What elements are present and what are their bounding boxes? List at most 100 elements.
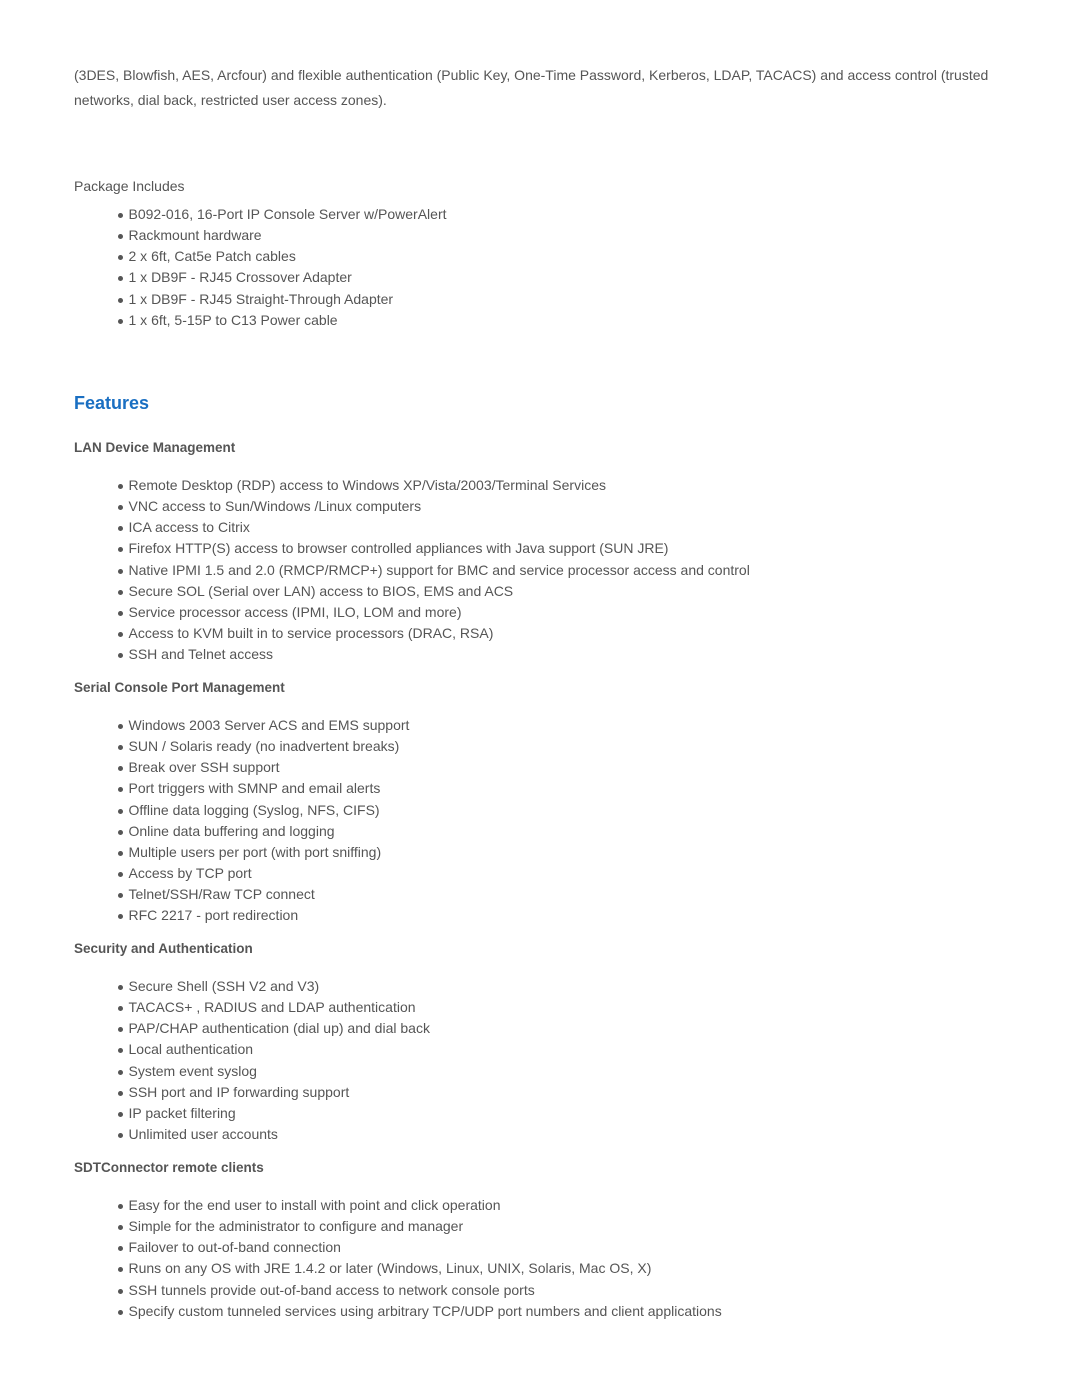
bullet-icon — [118, 787, 123, 793]
list-item-text: SSH tunnels provide out-of-band access t… — [128, 1281, 535, 1298]
list-item: Rackmount hardware — [118, 225, 447, 246]
list-item-text: RFC 2217 - port redirection — [128, 907, 299, 924]
list-item: Remote Desktop (RDP) access to Windows X… — [118, 475, 750, 496]
bullet-icon — [118, 547, 123, 553]
list-item: 1 x DB9F - RJ45 Straight-Through Adapter — [118, 289, 447, 310]
list-item: Secure Shell (SSH V2 and V3) — [118, 976, 430, 997]
section-heading-security-and-authentication: Security and Authentication — [74, 941, 253, 956]
list-item: Runs on any OS with JRE 1.4.2 or later (… — [118, 1258, 722, 1279]
bullet-icon — [118, 1006, 123, 1012]
bullet-icon — [118, 1069, 123, 1075]
section-heading-sdtconnector-remote-clients: SDTConnector remote clients — [74, 1160, 264, 1175]
list-item-text: Local authentication — [128, 1041, 254, 1058]
list-item: Local authentication — [118, 1039, 430, 1060]
bullet-icon — [118, 1288, 123, 1294]
bullet-icon — [118, 985, 123, 990]
list-item: PAP/CHAP authentication (dial up) and di… — [118, 1018, 430, 1039]
list-item-text: Service processor access (IPMI, ILO, LOM… — [128, 603, 462, 620]
list-item: Easy for the end user to install with po… — [118, 1195, 722, 1216]
list-item-text: Online data buffering and logging — [128, 822, 335, 839]
list-item: Offline data logging (Syslog, NFS, CIFS) — [118, 800, 409, 821]
list-item-text: Secure Shell (SSH V2 and V3) — [128, 978, 320, 994]
list-item-text: ICA access to Citrix — [128, 519, 250, 536]
list-item-text: IP packet filtering — [128, 1104, 236, 1121]
list-item: Online data buffering and logging — [118, 821, 409, 842]
list-item-text: Windows 2003 Server ACS and EMS support — [128, 717, 410, 733]
bullet-icon — [118, 893, 123, 899]
bullet-icon — [118, 1048, 123, 1054]
list-item: Failover to out-of-band connection — [118, 1237, 722, 1258]
list-item: 1 x DB9F - RJ45 Crossover Adapter — [118, 267, 447, 288]
list-item-text: Telnet/SSH/Raw TCP connect — [128, 886, 315, 903]
list-item-text: PAP/CHAP authentication (dial up) and di… — [128, 1020, 430, 1037]
list-item-text: Simple for the administrator to configur… — [128, 1218, 464, 1235]
bullet-icon — [118, 318, 123, 324]
list-item: Service processor access (IPMI, ILO, LOM… — [118, 602, 750, 623]
list-item: Access by TCP port — [118, 863, 409, 884]
list-item-text: Native IPMI 1.5 and 2.0 (RMCP/RMCP+) sup… — [128, 561, 750, 578]
list-item: 2 x 6ft, Cat5e Patch cables — [118, 246, 447, 267]
list-item: Simple for the administrator to configur… — [118, 1216, 722, 1237]
bullet-icon — [118, 1267, 123, 1273]
bullet-icon — [118, 589, 123, 595]
list-item-text: Unlimited user accounts — [128, 1125, 278, 1142]
package-includes-list: B092-016, 16-Port IP Console Server w/Po… — [118, 204, 447, 331]
list-item-text: Failover to out-of-band connection — [128, 1239, 341, 1256]
bullet-icon — [118, 914, 123, 920]
list-item-text: SUN / Solaris ready (no inadvertent brea… — [128, 738, 400, 755]
bullet-icon — [118, 255, 123, 261]
list-item: Multiple users per port (with port sniff… — [118, 842, 409, 863]
list-item-text: Offline data logging (Syslog, NFS, CIFS) — [128, 801, 380, 818]
bullet-icon — [118, 1090, 123, 1096]
bullet-icon — [118, 297, 123, 303]
list-item-text: System event syslog — [128, 1062, 257, 1079]
list-item-text: TACACS+ , RADIUS and LDAP authentication — [128, 999, 416, 1016]
lan-device-management-list: Remote Desktop (RDP) access to Windows X… — [118, 475, 750, 665]
intro-paragraph: (3DES, Blowfish, AES, Arcfour) and flexi… — [74, 67, 989, 108]
bullet-icon — [118, 234, 123, 240]
list-item-text: 2 x 6ft, Cat5e Patch cables — [128, 248, 296, 265]
bullet-icon — [118, 653, 123, 659]
list-item: SUN / Solaris ready (no inadvertent brea… — [118, 736, 409, 757]
bullet-icon — [118, 213, 123, 218]
bullet-icon — [118, 850, 123, 856]
bullet-icon — [118, 808, 123, 814]
list-item: B092-016, 16-Port IP Console Server w/Po… — [118, 204, 447, 225]
list-item: VNC access to Sun/Windows /Linux compute… — [118, 496, 750, 517]
list-item-text: Access by TCP port — [128, 864, 252, 881]
bullet-icon — [118, 871, 123, 877]
list-item-text: 1 x DB9F - RJ45 Crossover Adapter — [128, 269, 352, 286]
list-item-text: Access to KVM built in to service proces… — [128, 624, 494, 641]
list-item: Port triggers with SMNP and email alerts — [118, 778, 409, 799]
package-includes-title: Package Includes — [74, 178, 185, 194]
list-item: Firefox HTTP(S) access to browser contro… — [118, 538, 750, 559]
bullet-icon — [118, 1246, 123, 1252]
list-item-text: B092-016, 16-Port IP Console Server w/Po… — [128, 206, 447, 222]
list-item: Access to KVM built in to service proces… — [118, 623, 750, 644]
list-item: TACACS+ , RADIUS and LDAP authentication — [118, 997, 430, 1018]
list-item: ICA access to Citrix — [118, 517, 750, 538]
list-item: SSH tunnels provide out-of-band access t… — [118, 1280, 722, 1301]
list-item-text: Rackmount hardware — [128, 227, 262, 244]
bullet-icon — [118, 1225, 123, 1231]
list-item: IP packet filtering — [118, 1103, 430, 1124]
bullet-icon — [118, 1111, 123, 1117]
bullet-icon — [118, 484, 123, 489]
list-item-text: VNC access to Sun/Windows /Linux compute… — [128, 498, 422, 515]
serial-console-port-management-list: Windows 2003 Server ACS and EMS support S… — [118, 715, 409, 926]
list-item-text: Firefox HTTP(S) access to browser contro… — [128, 540, 669, 557]
list-item-text: 1 x 6ft, 5-15P to C13 Power cable — [128, 311, 338, 328]
bullet-icon — [118, 610, 123, 616]
list-item-text: Remote Desktop (RDP) access to Windows X… — [128, 477, 606, 493]
bullet-icon — [118, 568, 123, 574]
bullet-icon — [118, 505, 123, 511]
list-item: Secure SOL (Serial over LAN) access to B… — [118, 581, 750, 602]
bullet-icon — [118, 1309, 123, 1315]
list-item: Native IPMI 1.5 and 2.0 (RMCP/RMCP+) sup… — [118, 560, 750, 581]
list-item: Break over SSH support — [118, 757, 409, 778]
list-item: Specify custom tunneled services using a… — [118, 1301, 722, 1322]
section-heading-lan-device-management: LAN Device Management — [74, 440, 236, 455]
bullet-icon — [118, 526, 123, 532]
list-item: SSH and Telnet access — [118, 644, 750, 665]
list-item: Telnet/SSH/Raw TCP connect — [118, 884, 409, 905]
